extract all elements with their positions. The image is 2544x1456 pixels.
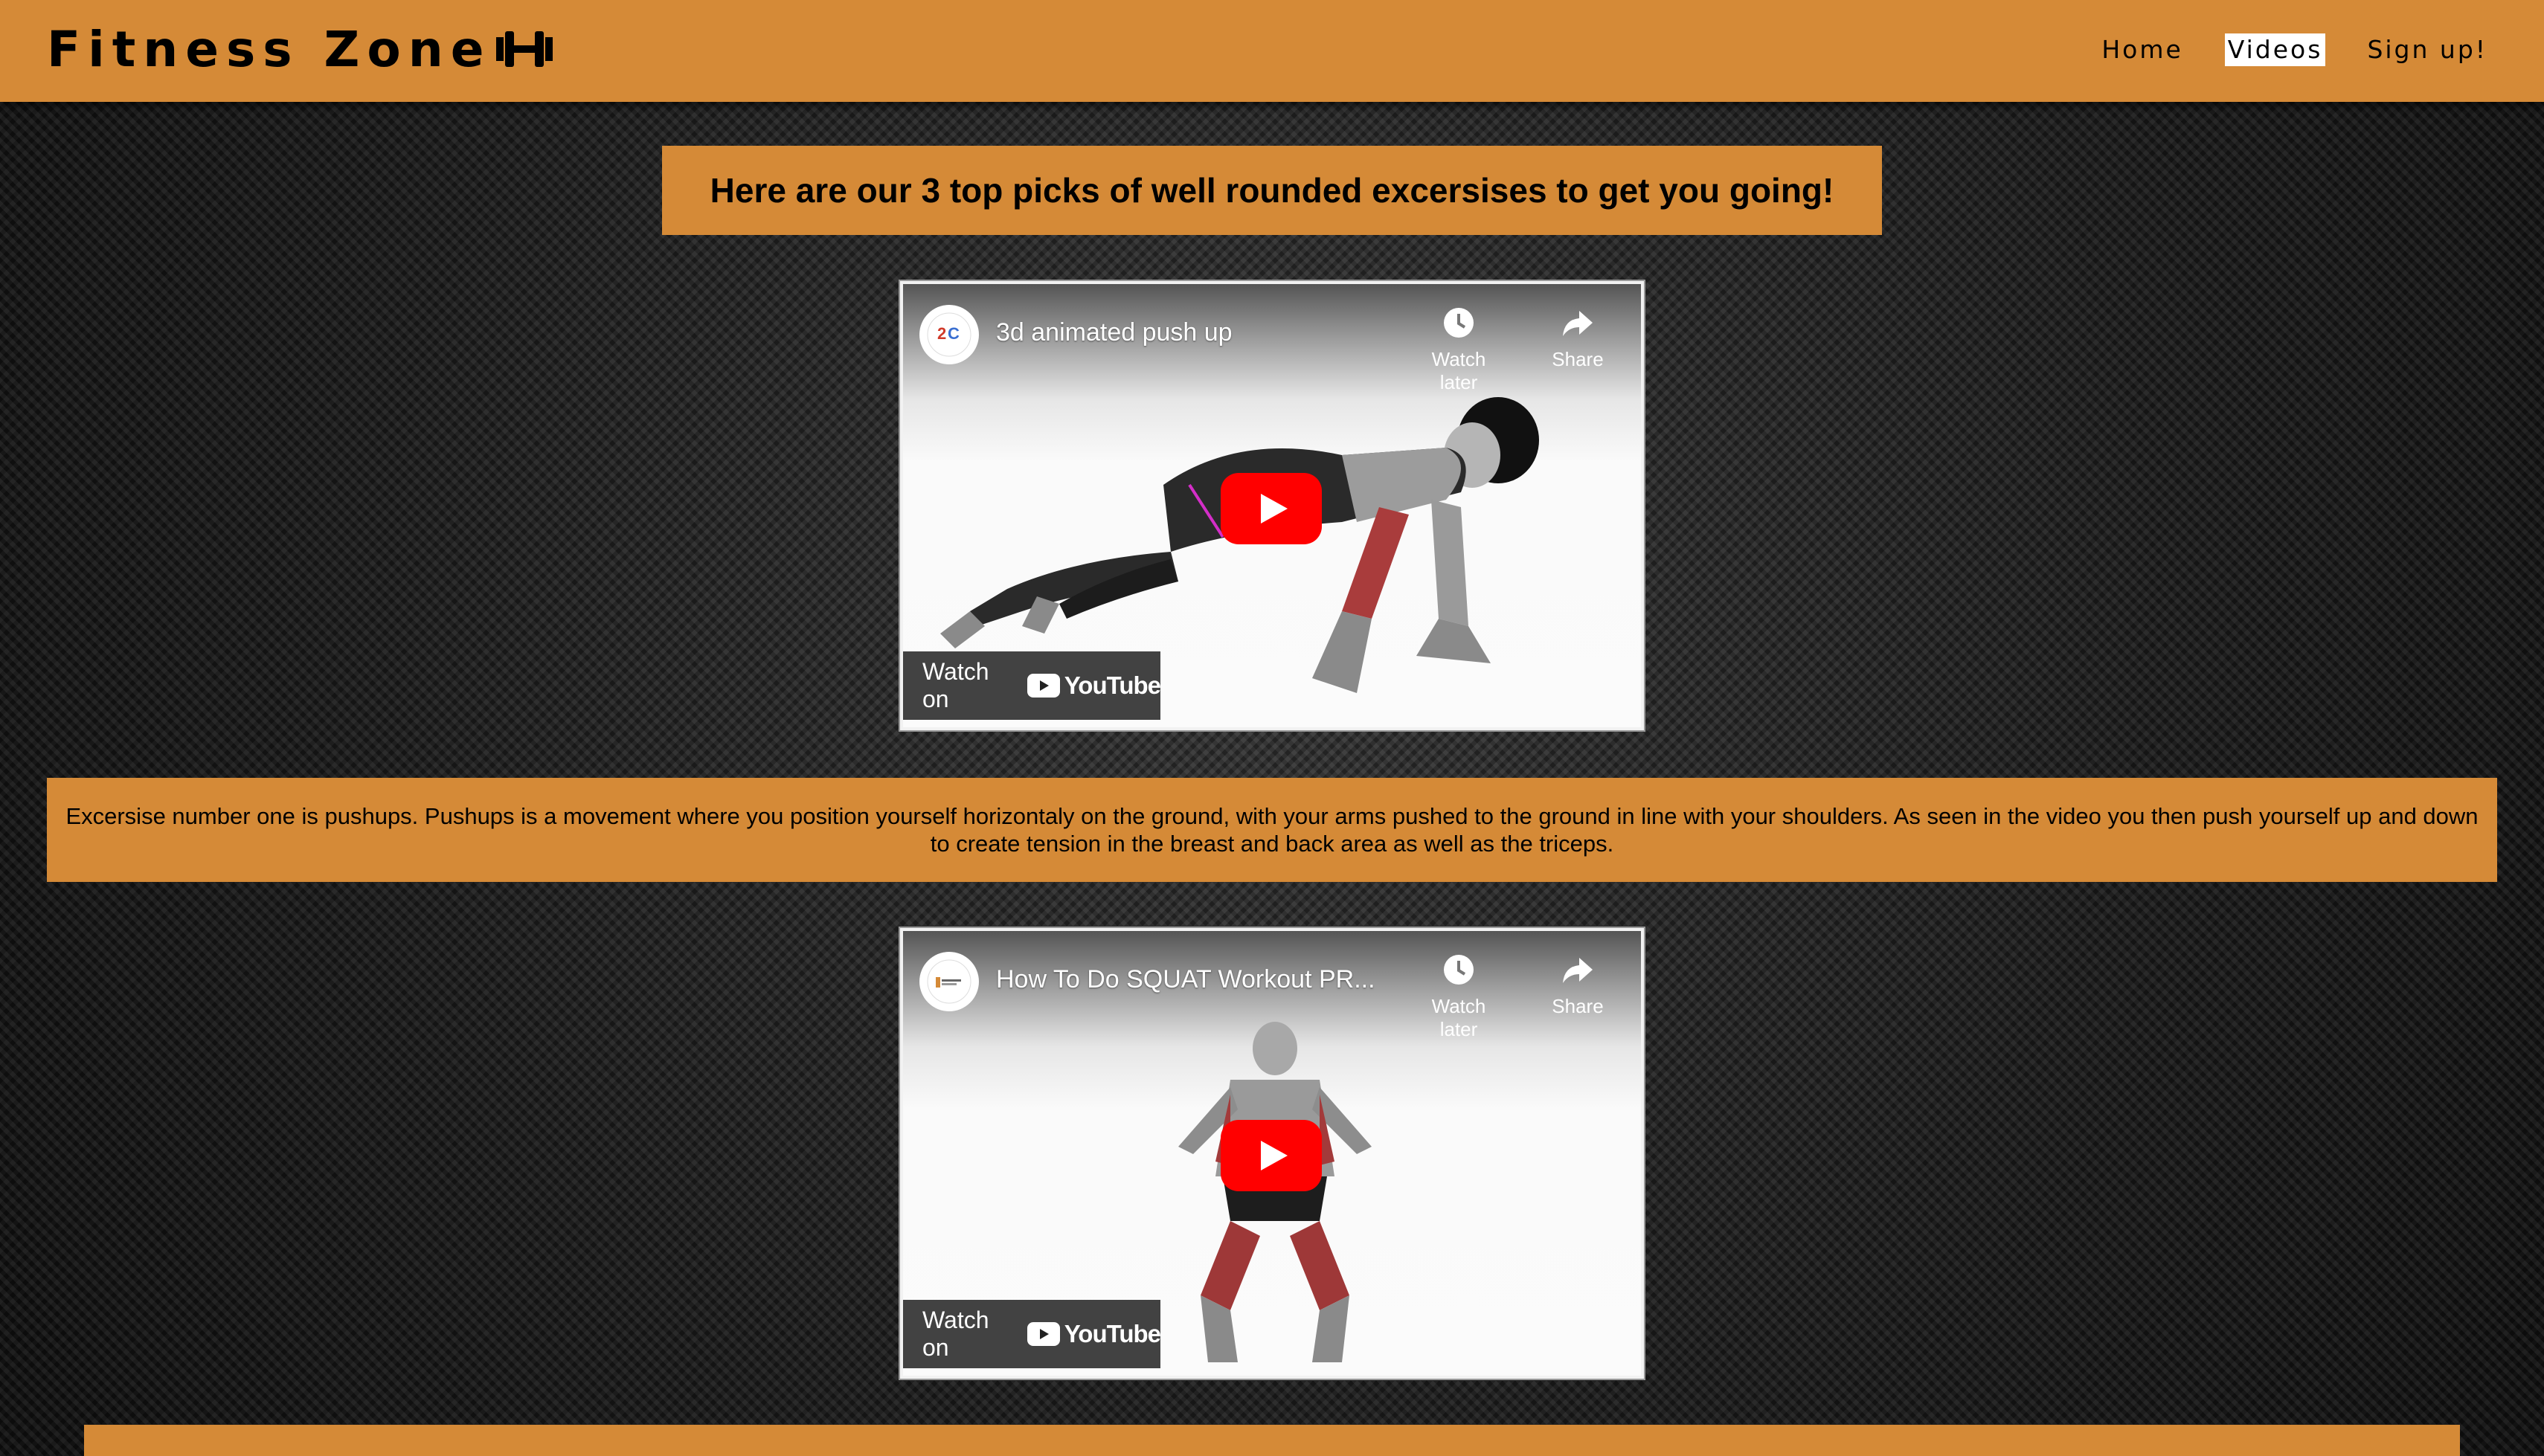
description-box-pushup: Excersise number one is pushups. Pushups… bbox=[47, 778, 2497, 882]
video-title[interactable]: 3d animated push up bbox=[996, 318, 1233, 347]
channel-avatar-icon[interactable]: 2 C bbox=[919, 305, 979, 364]
share-button[interactable]: Share bbox=[1529, 303, 1626, 371]
clock-icon bbox=[1410, 950, 1507, 989]
play-icon bbox=[1221, 473, 1322, 544]
channel-avatar-icon[interactable] bbox=[919, 952, 979, 1011]
headline-banner: Here are our 3 top picks of well rounded… bbox=[662, 146, 1882, 235]
site-header: Fitness Zone Home Videos Sign up! bbox=[0, 0, 2544, 102]
watch-later-label: Watch later bbox=[1431, 995, 1486, 1040]
youtube-logo-icon: YouTube bbox=[1027, 671, 1161, 700]
dumbbell-icon bbox=[495, 27, 554, 71]
share-arrow-icon bbox=[1529, 303, 1626, 342]
description-box-squat bbox=[84, 1425, 2460, 1456]
video-embed-pushup[interactable]: 2 C 3d animated push up Watch later Shar… bbox=[900, 281, 1644, 730]
brand-name: Fitness Zone bbox=[47, 20, 492, 78]
squat-figure-illustration bbox=[1178, 1022, 1372, 1362]
watch-later-label: Watch later bbox=[1431, 348, 1486, 393]
share-button[interactable]: Share bbox=[1529, 950, 1626, 1018]
watch-on-label: Watch on bbox=[922, 1307, 989, 1361]
nav-home-link[interactable]: Home bbox=[2098, 33, 2185, 66]
youtube-wordmark: YouTube bbox=[1064, 671, 1161, 699]
page-headline: Here are our 3 top picks of well rounded… bbox=[710, 171, 1834, 210]
watch-on-youtube-button[interactable]: Watch on YouTube bbox=[903, 651, 1161, 720]
nav-signup-link[interactable]: Sign up! bbox=[2364, 33, 2490, 66]
share-arrow-icon bbox=[1529, 950, 1626, 989]
clock-icon bbox=[1410, 303, 1507, 342]
main-nav: Home Videos Sign up! bbox=[2060, 33, 2490, 66]
play-button[interactable] bbox=[1221, 473, 1322, 544]
watch-on-youtube-button[interactable]: Watch on YouTube bbox=[903, 1300, 1161, 1368]
share-label: Share bbox=[1552, 348, 1604, 370]
brand-logo[interactable]: Fitness Zone bbox=[47, 15, 554, 83]
play-button[interactable] bbox=[1221, 1120, 1322, 1191]
watch-later-button[interactable]: Watch later bbox=[1410, 303, 1507, 394]
watch-later-button[interactable]: Watch later bbox=[1410, 950, 1507, 1041]
nav-videos-link[interactable]: Videos bbox=[2224, 33, 2326, 66]
youtube-logo-icon: YouTube bbox=[1027, 1320, 1161, 1348]
video-embed-squat[interactable]: How To Do SQUAT Workout PR... Watch late… bbox=[900, 928, 1644, 1379]
play-icon bbox=[1221, 1120, 1322, 1191]
watch-on-label: Watch on bbox=[922, 658, 989, 712]
youtube-wordmark: YouTube bbox=[1064, 1320, 1161, 1347]
svg-text:C: C bbox=[948, 324, 960, 343]
svg-text:2: 2 bbox=[937, 324, 946, 343]
share-label: Share bbox=[1552, 995, 1604, 1017]
description-text: Excersise number one is pushups. Pushups… bbox=[65, 803, 2479, 857]
video-title[interactable]: How To Do SQUAT Workout PR... bbox=[996, 965, 1375, 994]
